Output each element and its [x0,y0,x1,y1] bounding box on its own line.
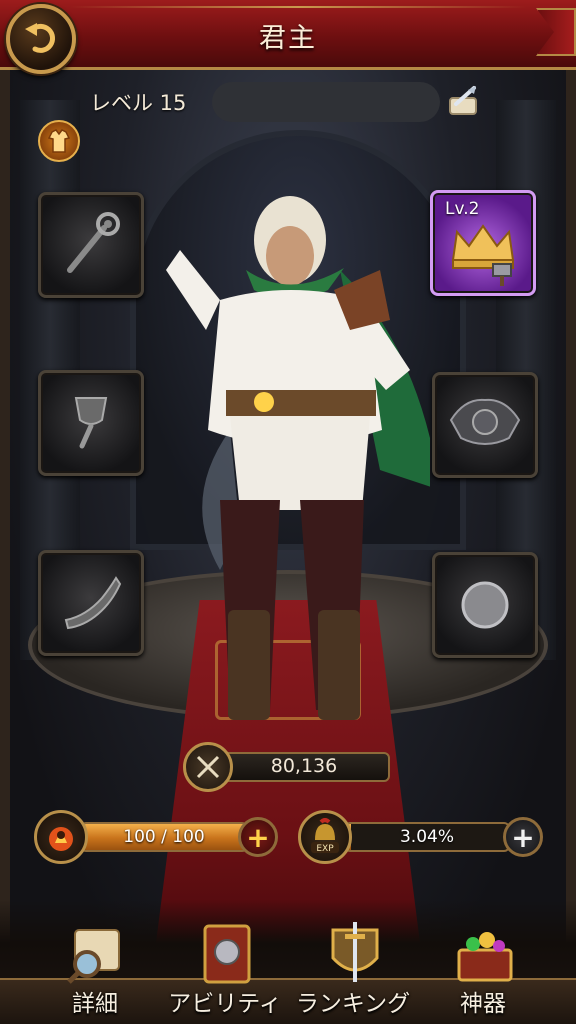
rename-scroll-button[interactable] [444,84,482,122]
experience-add-button[interactable]: + [503,817,543,857]
nav-artifacts-label: 神器 [460,991,506,1017]
equipment-slot-crown[interactable]: Lv.2 [430,190,536,296]
scroll-quill-icon [449,86,477,115]
equipment-slot-armor[interactable] [432,372,538,478]
equipment-slot-weapon[interactable] [38,192,144,298]
nav-details-label: 詳細 [72,991,118,1017]
experience-badge: EXP [298,810,352,864]
nav-details[interactable]: 詳細 [30,920,160,1020]
power-value: 80,136 [270,755,338,777]
stamina-badge [34,810,88,864]
nav-ranking[interactable]: ランキング [288,920,418,1020]
lord-name-field [212,82,440,122]
nav-artifacts[interactable]: 神器 [418,920,548,1020]
armor-set-button[interactable] [38,120,80,162]
stamina-text: 100 / 100 [123,827,205,847]
power-badge [183,742,233,792]
lord-character [150,170,440,740]
nav-abilities[interactable]: アビリティ [160,920,290,1020]
horn-icon [64,576,122,630]
equipment-slot-horn[interactable] [38,550,144,656]
equipment-slot-accessory[interactable] [38,370,144,476]
treasure-chest-icon [457,932,513,982]
experience-bar: 3.04% [344,822,510,852]
helmet-exp-icon: EXP [311,818,339,854]
plus-icon: + [511,820,535,854]
level-label: レベル 15 [90,91,187,115]
stamina-fire-icon [49,827,73,851]
equipment-slot-shield[interactable] [432,552,538,658]
scroll-magnifier-icon [67,929,120,984]
page-title: 君主 [259,23,317,54]
experience-text: 3.04% [399,827,454,847]
armor-icon [47,129,71,153]
scepter-icon [67,212,120,273]
chalice-icon [74,397,108,449]
crossed-swords-icon [196,755,220,779]
stamina-add-button[interactable]: + [238,817,278,857]
back-button[interactable] [6,4,76,74]
level-row: レベル 15 [90,84,186,120]
ability-book-icon [203,924,251,984]
crown-icon [451,224,515,286]
crown-level-label: Lv.2 [445,199,480,219]
nav-ranking-label: ランキング [295,991,411,1017]
plus-icon: + [246,820,270,854]
shield-round-icon [461,581,509,629]
ranking-shield-sword-icon [331,922,379,982]
pauldron-icon [449,398,521,445]
header-bar: 君主 [0,0,576,70]
back-arrow-icon [25,23,55,53]
nav-abilities-label: アビリティ [168,991,282,1017]
stamina-bar: 100 / 100 [80,822,248,852]
svg-text:EXP: EXP [316,844,334,854]
